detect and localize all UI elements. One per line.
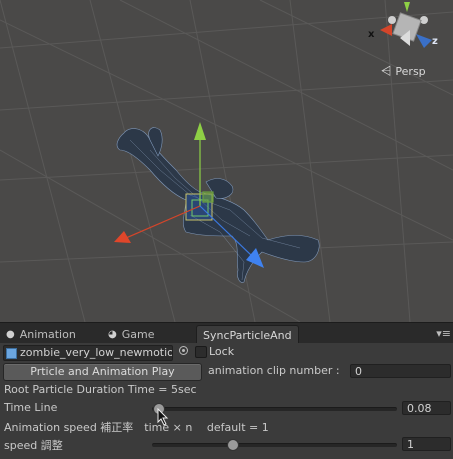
editor-tab-bar: ● Animation ◕ Game SyncParticleAnd ▾≡	[0, 322, 453, 345]
duration-row: Root Particle Duration Time = 5sec	[0, 381, 453, 399]
anim-speed-row: Animation speed 補正率 time × n default = 1	[0, 417, 453, 435]
clip-number-field[interactable]: 0	[350, 364, 451, 378]
scene-view[interactable]: x z ⩤ Persp	[0, 0, 453, 322]
lock-checkbox[interactable]	[195, 346, 207, 358]
perspective-icon: ⩤	[381, 64, 392, 79]
animation-icon: ●	[6, 329, 15, 340]
tab-game-label: Game	[121, 328, 155, 341]
speed-slider-thumb[interactable]	[226, 439, 239, 451]
speed-label: speed 調整	[4, 439, 63, 452]
prefab-cube-icon	[6, 347, 17, 359]
scene-grid	[0, 0, 453, 322]
object-picker-icon[interactable]	[179, 346, 188, 355]
timeline-row: Time Line 0.08	[0, 399, 453, 417]
tab-menu-icon[interactable]: ▾≡	[436, 327, 451, 340]
axis-x-label: x	[368, 29, 375, 40]
play-button[interactable]: Prticle and Animation Play	[3, 363, 202, 381]
speed-row: speed 調整 1	[0, 435, 453, 453]
anim-speed-label: Animation speed 補正率 time × n default = 1	[4, 421, 269, 434]
duration-label: Root Particle Duration Time = 5sec	[4, 383, 197, 396]
object-field-value: zombie_very_low_newmotion	[20, 346, 173, 359]
tab-sync-particle[interactable]: SyncParticleAnd	[196, 325, 299, 345]
game-controller-icon: ◕	[108, 329, 117, 340]
lock-label: Lock	[209, 345, 235, 358]
tab-animation-label: Animation	[19, 328, 76, 341]
speed-value-field[interactable]: 1	[402, 437, 451, 451]
object-field[interactable]: zombie_very_low_newmotion	[3, 345, 173, 361]
projection-toggle[interactable]: ⩤ Persp	[381, 64, 426, 79]
axis-z-label: z	[432, 36, 438, 47]
timeline-label: Time Line	[4, 401, 58, 414]
sync-particle-panel: zombie_very_low_newmotion Lock Prticle a…	[0, 343, 453, 459]
tab-animation[interactable]: ● Animation	[6, 325, 76, 344]
mouse-cursor-icon	[157, 408, 169, 426]
play-row: Prticle and Animation Play animation cli…	[0, 362, 453, 381]
speed-slider-track[interactable]	[152, 443, 397, 447]
object-row: zombie_very_low_newmotion Lock	[0, 344, 453, 362]
clip-number-label: animation clip number :	[208, 364, 340, 377]
zombie-character	[116, 127, 320, 283]
projection-label: Persp	[395, 65, 426, 78]
timeline-value-field[interactable]: 0.08	[402, 401, 451, 415]
tab-game[interactable]: ◕ Game	[108, 325, 154, 344]
timeline-slider-track[interactable]	[152, 407, 397, 411]
